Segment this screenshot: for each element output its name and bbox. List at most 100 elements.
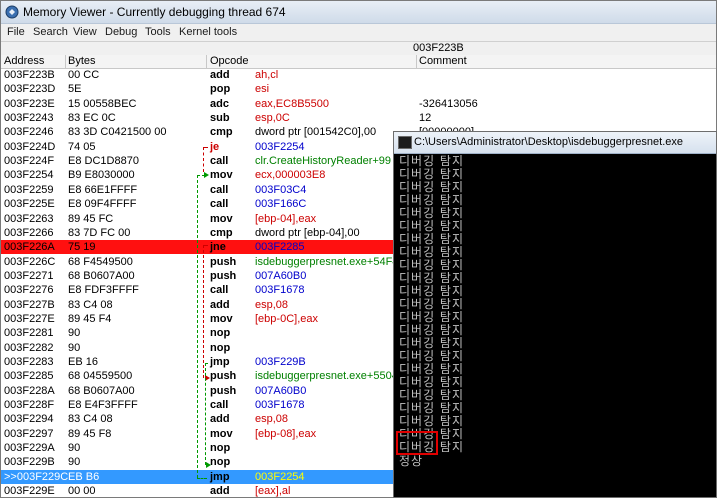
row-mnemonic: call bbox=[210, 198, 229, 210]
row-bytes: 90 bbox=[68, 456, 81, 468]
jump-line-jmp bbox=[205, 363, 206, 465]
title-bar[interactable]: Memory Viewer - Currently debugging thre… bbox=[1, 1, 716, 24]
row-bytes: E8 09F4FFFF bbox=[68, 198, 137, 210]
row-bytes: E8 E4F3FFFF bbox=[68, 399, 138, 411]
row-bytes: 90 bbox=[68, 442, 81, 454]
row-bytes: 74 05 bbox=[68, 141, 96, 153]
jump-line-je bbox=[203, 147, 204, 172]
row-operand: esi bbox=[255, 83, 270, 95]
row-operand: dword ptr [ebp-04],00 bbox=[255, 227, 360, 239]
row-bytes: EB B6 bbox=[68, 471, 100, 483]
row-address: 003F227E bbox=[4, 313, 55, 325]
console-output[interactable]: 디버깅 탐지 디버깅 탐지 디버깅 탐지 디버깅 탐지 디버깅 탐지 디버깅 탐지 디버깅 … bbox=[394, 154, 716, 497]
row-mnemonic: nop bbox=[210, 327, 231, 339]
row-address: 003F228F bbox=[4, 399, 55, 411]
menu-tools[interactable]: Tools bbox=[145, 26, 171, 38]
menu-search[interactable]: Search bbox=[33, 26, 68, 38]
disassembly-row[interactable]: 003F223B 00 CC add ah,cl bbox=[1, 68, 716, 82]
row-mnemonic: nop bbox=[210, 456, 231, 468]
menu-bar: File Search View Debug Tools Kernel tool… bbox=[1, 24, 716, 41]
row-address: 003F228A bbox=[4, 385, 55, 397]
row-bytes: 83 7D FC 00 bbox=[68, 227, 131, 239]
row-mnemonic: jmp bbox=[210, 471, 230, 483]
row-bytes: 5E bbox=[68, 83, 82, 95]
row-bytes: 75 19 bbox=[68, 241, 96, 253]
row-mnemonic: push bbox=[210, 256, 237, 268]
row-bytes: E8 DC1D8870 bbox=[68, 155, 139, 167]
address-bar[interactable]: 003F223B bbox=[1, 41, 716, 56]
row-mnemonic: add bbox=[210, 485, 230, 497]
row-mnemonic: nop bbox=[210, 342, 231, 354]
column-address[interactable]: Address bbox=[4, 55, 44, 67]
row-mnemonic: jne bbox=[210, 241, 226, 253]
row-operand: 003F2254 bbox=[255, 471, 305, 483]
row-bytes: EB 16 bbox=[68, 356, 98, 368]
column-divider[interactable] bbox=[416, 55, 417, 68]
row-bytes: 00 00 bbox=[68, 485, 96, 497]
row-address: 003F2259 bbox=[4, 184, 54, 196]
menu-file[interactable]: File bbox=[7, 26, 25, 38]
row-address: 003F223D bbox=[4, 83, 56, 95]
row-address: 003F229A bbox=[4, 442, 55, 454]
row-bytes: E8 FDF3FFFF bbox=[68, 284, 139, 296]
jump-line-jne bbox=[203, 245, 204, 378]
row-address: 003F229E bbox=[4, 485, 55, 497]
row-mnemonic: add bbox=[210, 69, 230, 81]
row-bytes: B9 E8030000 bbox=[68, 169, 135, 181]
row-operand: dword ptr [001542C0],00 bbox=[255, 126, 377, 138]
column-comment[interactable]: Comment bbox=[419, 55, 467, 67]
row-bytes: 83 C4 08 bbox=[68, 413, 113, 425]
row-operand: 003F166C bbox=[255, 198, 307, 210]
column-opcode[interactable]: Opcode bbox=[210, 55, 249, 67]
row-mnemonic: push bbox=[210, 385, 237, 397]
row-address: 003F2283 bbox=[4, 356, 54, 368]
jump-line-loop bbox=[197, 175, 198, 478]
row-bytes: 90 bbox=[68, 342, 81, 354]
row-operand: [eax],al bbox=[255, 485, 291, 497]
row-operand: esp,08 bbox=[255, 413, 289, 425]
jump-line-loop-start bbox=[197, 478, 207, 479]
row-address: 003F2282 bbox=[4, 342, 54, 354]
row-address: 003F2266 bbox=[4, 227, 54, 239]
row-operand: 007A60B0 bbox=[255, 270, 307, 282]
console-window[interactable]: C:\Users\Administrator\Desktop\isdebugge… bbox=[393, 131, 717, 498]
row-address: 003F229B bbox=[4, 456, 55, 468]
row-bytes: 83 EC 0C bbox=[68, 112, 116, 124]
disassembly-row[interactable]: 003F223E 15 00558BEC adc eax,EC8B5500 -32641… bbox=[1, 97, 716, 111]
row-mnemonic: push bbox=[210, 370, 237, 382]
row-address: 003F223B bbox=[4, 69, 55, 81]
console-icon bbox=[398, 136, 412, 149]
row-operand: 003F2254 bbox=[255, 141, 305, 153]
row-operand: [ebp-04],eax bbox=[255, 213, 317, 225]
row-address: 003F226A bbox=[4, 241, 55, 253]
column-bytes[interactable]: Bytes bbox=[68, 55, 96, 67]
row-mnemonic: mov bbox=[210, 313, 233, 325]
row-comment: -326413056 bbox=[419, 98, 478, 110]
row-bytes: 68 04559500 bbox=[68, 370, 133, 382]
menu-debug[interactable]: Debug bbox=[105, 26, 137, 38]
console-title-bar[interactable]: C:\Users\Administrator\Desktop\isdebugge… bbox=[394, 132, 716, 154]
row-mnemonic: mov bbox=[210, 428, 233, 440]
menu-kernel-tools[interactable]: Kernel tools bbox=[179, 26, 237, 38]
row-address: 003F2254 bbox=[4, 169, 54, 181]
row-operand: esp,0C bbox=[255, 112, 290, 124]
jump-arrow-icon bbox=[206, 462, 211, 468]
disassembly-row[interactable]: 003F223D 5E pop esi bbox=[1, 82, 716, 96]
jump-line-jmp-start bbox=[205, 363, 208, 364]
highlight-box bbox=[396, 431, 438, 455]
row-mnemonic: nop bbox=[210, 442, 231, 454]
cheat-engine-icon bbox=[5, 5, 19, 19]
column-divider[interactable] bbox=[206, 55, 207, 68]
menu-view[interactable]: View bbox=[73, 26, 97, 38]
row-address: 003F2246 bbox=[4, 126, 54, 138]
row-operand: 003F1678 bbox=[255, 399, 305, 411]
row-operand: eax,EC8B5500 bbox=[255, 98, 329, 110]
column-divider[interactable] bbox=[65, 55, 66, 68]
row-operand: 007A60B0 bbox=[255, 385, 307, 397]
row-mnemonic: cmp bbox=[210, 227, 233, 239]
disassembly-row[interactable]: 003F2243 83 EC 0C sub esp,0C 12 bbox=[1, 111, 716, 125]
row-operand: esp,08 bbox=[255, 299, 289, 311]
console-title: C:\Users\Administrator\Desktop\isdebugge… bbox=[414, 136, 684, 148]
row-operand: [ebp-08],eax bbox=[255, 428, 317, 440]
row-bytes: 68 B0607A00 bbox=[68, 270, 135, 282]
